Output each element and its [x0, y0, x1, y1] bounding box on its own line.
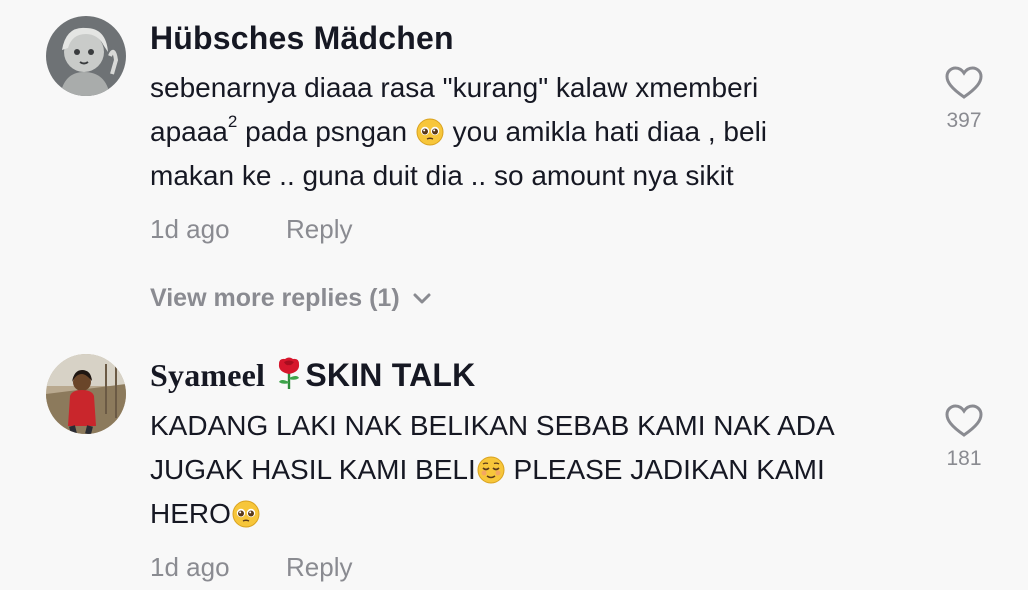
pleading-face-emoji: [231, 498, 261, 528]
comment-text: KADANG LAKI NAK BELIKAN SEBAB KAMI NAK A…: [150, 404, 910, 536]
username-part: Syameel: [150, 357, 274, 393]
chevron-down-icon: [412, 284, 432, 313]
comment-text-line: apaaa2 pada psngan you amikla hati diaa …: [150, 110, 910, 154]
avatar[interactable]: [46, 354, 126, 434]
superscript: 2: [227, 112, 238, 131]
comment-username[interactable]: Syameel SKIN TALK: [150, 356, 475, 394]
comment-text-line: JUGAK HASIL KAMI BELI PLEASE JADIKAN KAM…: [150, 448, 910, 492]
comment-meta: 1d ago Reply: [150, 214, 352, 245]
comment-text-line: sebenarnya diaaa rasa "kurang" kalaw xme…: [150, 72, 759, 103]
view-more-replies-button[interactable]: View more replies (1): [150, 284, 432, 313]
text-fragment: PLEASE JADIKAN KAMI: [505, 454, 825, 485]
text-fragment: apaaa: [150, 116, 228, 147]
like-count: 397: [946, 109, 982, 132]
text-fragment: JUGAK HASIL KAMI BELI: [150, 454, 476, 485]
rose-emoji: [273, 356, 305, 390]
heart-outline-icon[interactable]: [945, 404, 983, 443]
comment-text-line: makan ke .. guna duit dia .. so amount n…: [150, 160, 734, 191]
text-fragment: pada psngan: [237, 116, 415, 147]
comment-timestamp: 1d ago: [150, 214, 230, 244]
text-fragment: you amikla hati diaa , beli: [444, 116, 768, 147]
view-more-label: View more replies (1): [150, 284, 400, 312]
pleading-face-emoji: [415, 116, 445, 146]
comment-text-line: KADANG LAKI NAK BELIKAN SEBAB KAMI NAK A…: [150, 410, 835, 441]
heart-outline-icon[interactable]: [945, 66, 983, 105]
like-button[interactable]: 181: [930, 404, 998, 471]
username-part: SKIN TALK: [305, 357, 476, 393]
like-count: 181: [946, 447, 982, 470]
comment-timestamp: 1d ago: [150, 552, 230, 582]
text-fragment: HERO: [150, 498, 231, 529]
relieved-face-emoji: [476, 454, 506, 484]
avatar[interactable]: [46, 16, 126, 96]
comment-text-line: HERO: [150, 492, 910, 536]
comment-username[interactable]: Hübsches Mädchen: [150, 20, 454, 57]
comment-text: sebenarnya diaaa rasa "kurang" kalaw xme…: [150, 66, 910, 198]
like-button[interactable]: 397: [930, 66, 998, 133]
reply-button[interactable]: Reply: [286, 552, 352, 583]
comment-meta: 1d ago Reply: [150, 552, 352, 583]
reply-button[interactable]: Reply: [286, 214, 352, 245]
